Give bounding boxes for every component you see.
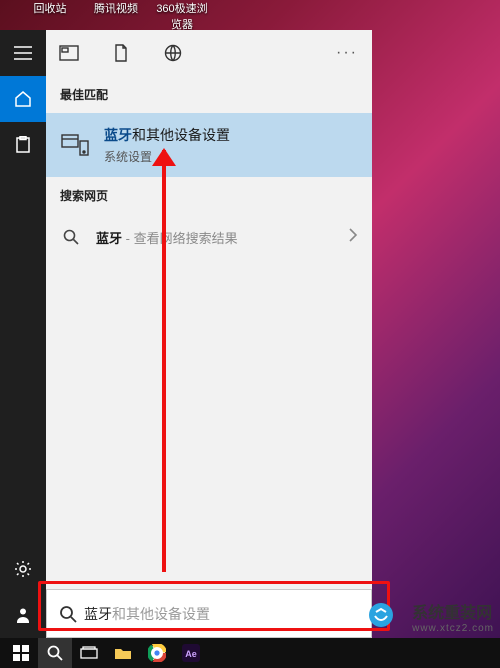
watermark-icon xyxy=(368,602,394,628)
desktop-icon-tencent[interactable]: 腾讯视频 xyxy=(86,0,146,16)
aftereffects-button[interactable]: Ae xyxy=(174,638,208,668)
filter-all-icon[interactable] xyxy=(52,36,86,70)
search-icon xyxy=(60,226,82,248)
search-results-panel: ··· 最佳匹配 蓝牙和其他设备设置 系统设置 搜索网页 蓝牙 - 查看网络搜索… xyxy=(46,30,372,638)
filter-document-icon[interactable] xyxy=(104,36,138,70)
taskbar: Ae xyxy=(0,638,500,668)
clipboard-icon[interactable] xyxy=(0,122,46,168)
best-match-header: 最佳匹配 xyxy=(46,76,372,113)
user-icon[interactable] xyxy=(0,592,46,638)
web-result-text: 蓝牙 - 查看网络搜索结果 xyxy=(96,228,238,247)
result-bluetooth-settings[interactable]: 蓝牙和其他设备设置 系统设置 xyxy=(46,113,372,177)
chevron-right-icon xyxy=(348,228,358,247)
result-title: 蓝牙和其他设备设置 xyxy=(104,125,230,145)
desktop-icon-recycle[interactable]: 回收站 xyxy=(20,0,80,16)
watermark: 系统重装网 www.xtcz2.com xyxy=(412,599,494,634)
taskbar-search-button[interactable] xyxy=(38,638,72,668)
svg-text:Ae: Ae xyxy=(185,649,197,659)
filter-web-icon[interactable] xyxy=(156,36,190,70)
search-left-rail xyxy=(0,30,46,638)
more-icon[interactable]: ··· xyxy=(336,44,366,62)
search-input[interactable] xyxy=(89,606,361,622)
devices-icon xyxy=(60,130,90,160)
result-web-search[interactable]: 蓝牙 - 查看网络搜索结果 xyxy=(46,214,372,260)
chrome-button[interactable] xyxy=(140,638,174,668)
search-icon xyxy=(57,603,79,625)
search-box[interactable] xyxy=(46,589,372,638)
explorer-button[interactable] xyxy=(106,638,140,668)
annotation-arrow xyxy=(162,150,166,572)
start-button[interactable] xyxy=(4,638,38,668)
taskview-button[interactable] xyxy=(72,638,106,668)
home-icon[interactable] xyxy=(0,76,46,122)
search-filter-tabs: ··· xyxy=(46,30,372,76)
desktop-icon-360[interactable]: 360极速浏览器 xyxy=(152,0,212,32)
hamburger-icon[interactable] xyxy=(0,30,46,76)
settings-icon[interactable] xyxy=(0,546,46,592)
search-web-header: 搜索网页 xyxy=(46,177,372,214)
